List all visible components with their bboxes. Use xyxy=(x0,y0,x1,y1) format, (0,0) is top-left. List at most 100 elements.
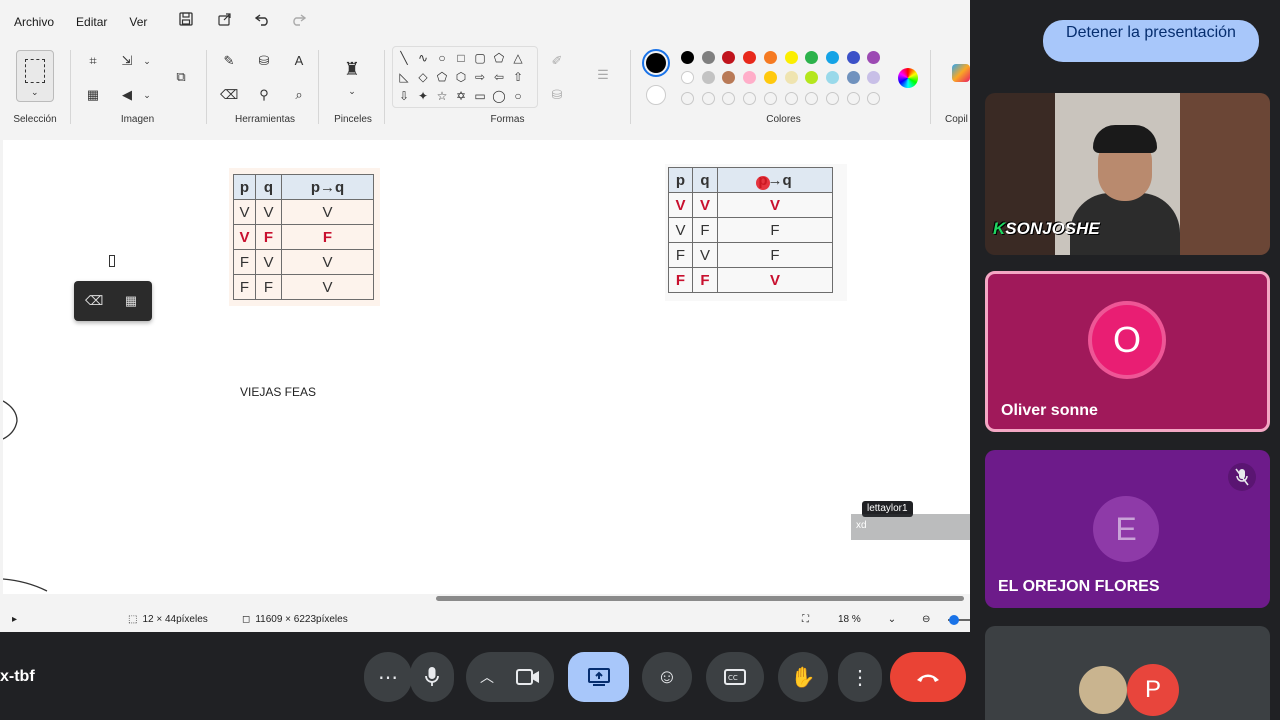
palette-swatch[interactable] xyxy=(681,71,694,84)
present-screen-button[interactable] xyxy=(568,652,629,702)
palette-swatch[interactable] xyxy=(722,71,736,84)
pencil-icon[interactable]: ✎ xyxy=(220,52,238,70)
fill-bucket-icon[interactable]: ⛁ xyxy=(255,52,273,70)
four-point-star-shape-icon[interactable]: ✦ xyxy=(416,89,430,103)
up-arrow-shape-icon[interactable]: ⇧ xyxy=(511,70,525,84)
chevron-down-icon[interactable]: ⌄ xyxy=(343,82,361,100)
palette-swatch[interactable] xyxy=(805,71,819,84)
participant-tile-video[interactable]: KSONJOSHE xyxy=(985,93,1270,255)
left-arrow-shape-icon[interactable]: ⇦ xyxy=(492,70,506,84)
eraser-icon[interactable]: ⌫ xyxy=(220,86,238,104)
palette-swatch[interactable] xyxy=(846,51,860,64)
pentagon-shape-icon[interactable]: ⬠ xyxy=(435,70,449,84)
palette-swatch[interactable] xyxy=(763,51,777,64)
hexagon-shape-icon[interactable]: ⬡ xyxy=(454,70,468,84)
palette-swatch[interactable] xyxy=(722,51,736,64)
secondary-color-swatch[interactable] xyxy=(646,85,666,105)
palette-swatch[interactable] xyxy=(701,51,715,64)
palette-swatch[interactable] xyxy=(784,71,798,84)
outline-icon[interactable]: ✐ xyxy=(548,52,566,70)
menu-editar[interactable]: Editar xyxy=(76,15,107,29)
drawing-canvas[interactable]: p q p→q V V V V F F F V V F F V p q p→q … xyxy=(3,140,970,594)
shape-fill-icon[interactable]: ⛁ xyxy=(548,86,566,104)
rectangle-shape-icon[interactable]: □ xyxy=(454,51,468,65)
leave-call-button[interactable] xyxy=(890,652,966,702)
custom-color-slot[interactable] xyxy=(867,92,881,105)
edit-colors-icon[interactable] xyxy=(898,68,918,88)
chevron-down-icon[interactable]: ⌄ xyxy=(138,86,156,104)
remove-background-icon[interactable]: ▦ xyxy=(84,86,102,104)
callout-oval-shape-icon[interactable]: ◯ xyxy=(492,89,506,103)
custom-color-slot[interactable] xyxy=(743,92,757,105)
copilot-icon[interactable] xyxy=(952,64,970,82)
right-triangle-shape-icon[interactable]: ◺ xyxy=(397,70,411,84)
palette-swatch[interactable] xyxy=(784,51,798,64)
crop-icon[interactable]: ⌗ xyxy=(84,52,102,70)
menu-ver[interactable]: Ver xyxy=(129,15,147,29)
custom-color-slot[interactable] xyxy=(846,92,860,105)
redo-icon[interactable] xyxy=(289,12,307,30)
custom-color-slot[interactable] xyxy=(805,92,819,105)
palette-swatch[interactable] xyxy=(743,71,757,84)
chevron-down-icon[interactable]: ⌄ xyxy=(138,52,156,70)
polygon-shape-icon[interactable]: ⬠ xyxy=(492,51,506,65)
text-icon[interactable]: A xyxy=(290,52,308,70)
custom-color-slot[interactable] xyxy=(784,92,798,105)
save-icon[interactable] xyxy=(177,12,195,30)
captions-button[interactable]: CC xyxy=(706,652,764,702)
participant-tile-others[interactable]: P xyxy=(985,626,1270,720)
curve-shape-icon[interactable]: ∿ xyxy=(416,51,430,65)
shape-size-icon[interactable]: ☰ xyxy=(594,66,612,84)
zoom-slider[interactable] xyxy=(948,615,970,625)
custom-color-slot[interactable] xyxy=(681,92,694,105)
right-arrow-shape-icon[interactable]: ⇨ xyxy=(473,70,487,84)
scrollbar-thumb[interactable] xyxy=(436,596,964,601)
fit-to-window-icon[interactable]: ⛶ xyxy=(802,614,809,625)
palette-swatch[interactable] xyxy=(867,71,881,84)
raise-hand-button[interactable]: ✋ xyxy=(778,652,828,702)
palette-swatch[interactable] xyxy=(846,71,860,84)
palette-swatch[interactable] xyxy=(805,51,819,64)
magnifier-icon[interactable]: ⌕ xyxy=(290,86,308,104)
five-point-star-shape-icon[interactable]: ☆ xyxy=(435,89,449,103)
more-actions-button[interactable]: ⋮ xyxy=(838,652,882,702)
down-arrow-shape-icon[interactable]: ⇩ xyxy=(397,89,411,103)
undo-icon[interactable] xyxy=(254,12,272,30)
participant-tile-oliver[interactable]: O Oliver sonne xyxy=(985,271,1270,432)
camera-button[interactable]: ︿ xyxy=(466,652,554,702)
custom-color-slot[interactable] xyxy=(825,92,839,105)
microphone-button[interactable] xyxy=(410,652,454,702)
selection-tool-button[interactable]: ⌄ xyxy=(16,50,54,102)
horizontal-scrollbar[interactable] xyxy=(0,594,970,604)
selection-marker-icon[interactable] xyxy=(109,255,115,267)
palette-swatch[interactable] xyxy=(701,71,715,84)
six-point-star-shape-icon[interactable]: ✡ xyxy=(454,89,468,103)
color-picker-icon[interactable]: ⚲ xyxy=(255,86,273,104)
callout-cloud-shape-icon[interactable]: ○ xyxy=(511,89,525,103)
custom-color-slot[interactable] xyxy=(701,92,715,105)
palette-swatch[interactable] xyxy=(763,71,777,84)
menu-archivo[interactable]: Archivo xyxy=(14,15,54,29)
share-icon[interactable] xyxy=(216,12,234,30)
rounded-rectangle-shape-icon[interactable]: ▢ xyxy=(473,51,487,65)
line-shape-icon[interactable]: ╲ xyxy=(397,51,411,65)
zoom-out-icon[interactable]: ⊖ xyxy=(922,614,930,625)
palette-swatch[interactable] xyxy=(743,51,757,64)
image-select-icon[interactable]: ⧉ xyxy=(170,68,192,90)
palette-swatch[interactable] xyxy=(825,71,839,84)
palette-swatch[interactable] xyxy=(681,51,694,64)
callout-rect-shape-icon[interactable]: ▭ xyxy=(473,89,487,103)
oval-shape-icon[interactable]: ○ xyxy=(435,51,449,65)
custom-color-slot[interactable] xyxy=(722,92,736,105)
zoom-select[interactable]: 18 % ⌄ xyxy=(838,614,896,625)
triangle-shape-icon[interactable]: △ xyxy=(511,51,525,65)
diamond-shape-icon[interactable]: ◇ xyxy=(416,70,430,84)
brush-icon[interactable]: ♜ xyxy=(343,60,361,78)
zoom-slider-thumb[interactable] xyxy=(949,615,959,625)
palette-swatch[interactable] xyxy=(867,51,881,64)
image-eraser-icon[interactable]: ⌫ xyxy=(85,292,103,310)
palette-swatch[interactable] xyxy=(825,51,839,64)
more-options-button[interactable]: ⋯ xyxy=(364,652,412,702)
remove-background-icon[interactable]: ▦ xyxy=(122,292,140,310)
primary-color-swatch[interactable] xyxy=(642,49,670,77)
